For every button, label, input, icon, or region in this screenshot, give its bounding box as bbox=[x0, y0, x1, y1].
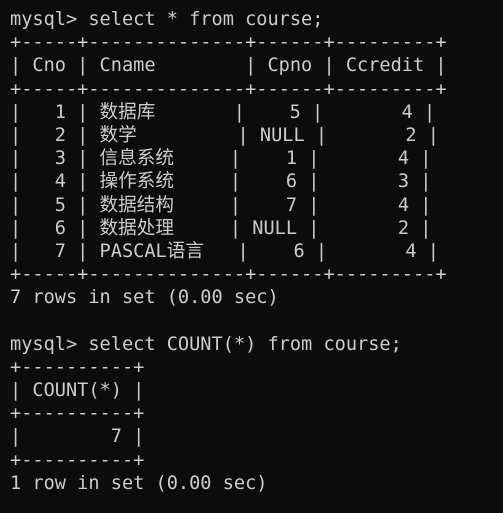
count-table-row: | 7 | bbox=[10, 426, 145, 448]
table-border-bottom: +-----+--------------+------+---------+ bbox=[10, 264, 447, 286]
count-table-border-bottom: +----------+ bbox=[10, 449, 145, 471]
count-table-border-header: +----------+ bbox=[10, 403, 145, 425]
table-row: | 4 | 操作系统 | 6 | 3 | bbox=[10, 171, 432, 193]
result-status-line: 7 rows in set (0.00 sec) bbox=[10, 287, 279, 309]
table-border-top: +-----+--------------+------+---------+ bbox=[10, 32, 447, 54]
table-row: | 1 | 数据库 | 5 | 4 | bbox=[10, 101, 436, 123]
table-row: | 3 | 信息系统 | 1 | 4 | bbox=[10, 148, 432, 170]
table-row: | 5 | 数据结构 | 7 | 4 | bbox=[10, 194, 432, 216]
table-row: | 2 | 数学 | NULL | 2 | bbox=[10, 124, 439, 146]
prompt-line-query-1: mysql> select * from course; bbox=[10, 9, 324, 30]
terminal-window[interactable]: mysql> select * from course; +-----+----… bbox=[0, 0, 503, 513]
count-table-border-top: +----------+ bbox=[10, 356, 145, 378]
prompt-line-query-2: mysql> select COUNT(*) from course; bbox=[10, 333, 402, 355]
table-row: | 6 | 数据处理 | NULL | 2 | bbox=[10, 217, 432, 239]
count-result-status-line: 1 row in set (0.00 sec) bbox=[10, 472, 268, 494]
table-row: | 7 | PASCAL语言 | 6 | 4 | bbox=[10, 240, 439, 262]
table-border-header: +-----+--------------+------+---------+ bbox=[10, 78, 447, 100]
count-table-header-row: | COUNT(*) | bbox=[10, 380, 145, 401]
table-header-row: | Cno | Cname | Cpno | Ccredit | bbox=[10, 55, 447, 77]
